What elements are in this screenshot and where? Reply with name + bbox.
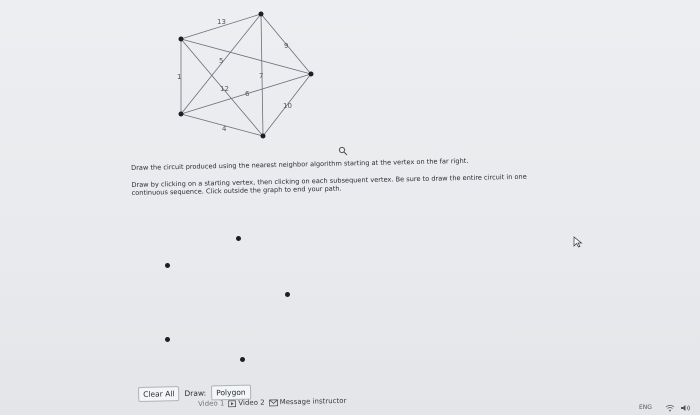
weight-label: 9 [284, 42, 288, 50]
graph-figure: 13 9 5 7 1 12 6 10 4 [160, 0, 330, 150]
video-1-link[interactable]: Video 1 [198, 399, 224, 408]
draw-vertex[interactable] [240, 357, 245, 362]
weight-label: 13 [217, 18, 226, 26]
weight-label: 7 [259, 72, 263, 80]
video-1-label: Video 1 [198, 399, 225, 408]
screen: 13 9 5 7 1 12 6 10 4 Draw the circuit pr… [0, 0, 700, 415]
weight-label: 1 [177, 73, 181, 81]
draw-area[interactable] [120, 200, 560, 385]
weight-label: 4 [222, 125, 227, 133]
vertex-left [178, 36, 184, 42]
graph-edges [180, 13, 312, 137]
draw-mode-label: Draw: [184, 388, 207, 399]
language-indicator[interactable]: ENG [639, 404, 652, 411]
instruction-line-2: Draw by clicking on a starting vertex, t… [131, 172, 527, 197]
message-instructor-link[interactable]: Message instructor [268, 396, 347, 407]
graph-vertices [178, 11, 314, 139]
vertex-top [258, 11, 264, 17]
instruction-line-1: Draw the circuit produced using the near… [131, 156, 469, 172]
clear-all-button[interactable]: Clear All [138, 386, 180, 402]
wifi-icon[interactable] [665, 404, 675, 412]
weight-label: 12 [220, 85, 229, 93]
search-icon [338, 146, 348, 156]
weight-label: 6 [245, 90, 250, 98]
edge-left-right [180, 38, 312, 75]
weight-label: 5 [219, 57, 223, 65]
draw-vertex[interactable] [165, 337, 170, 342]
graph-svg: 13 9 5 7 1 12 6 10 4 [177, 11, 314, 139]
vertex-bottom-left [178, 111, 184, 117]
mouse-pointer-icon [573, 236, 583, 248]
vertex-right [308, 71, 314, 77]
video-2-link[interactable]: Video 2 [228, 398, 265, 408]
vertex-bottom [260, 133, 266, 139]
video-icon [228, 399, 237, 407]
instructions: Draw the circuit produced using the near… [131, 155, 552, 205]
help-links: Video 1 Video 2 Message instructor [198, 397, 346, 408]
draw-vertex[interactable] [236, 236, 241, 241]
weight-label: 10 [283, 102, 292, 110]
mail-icon [268, 398, 278, 406]
video-2-label: Video 2 [238, 398, 265, 408]
message-instructor-label: Message instructor [279, 396, 347, 407]
draw-vertex[interactable] [165, 263, 170, 268]
speaker-icon[interactable] [680, 404, 692, 412]
draw-vertex[interactable] [285, 292, 290, 297]
